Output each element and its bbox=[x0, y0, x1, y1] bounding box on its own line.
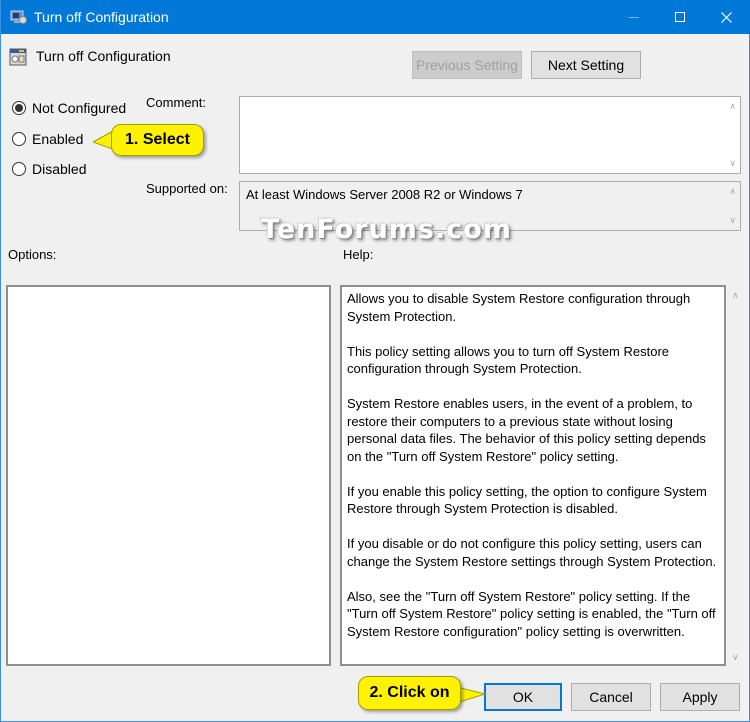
comment-textarea[interactable]: ∧ ∨ bbox=[239, 96, 741, 174]
callout-step1: 1. Select bbox=[111, 124, 204, 156]
help-text: Allows you to disable System Restore con… bbox=[347, 290, 718, 658]
help-panel: Allows you to disable System Restore con… bbox=[340, 285, 726, 666]
help-paragraph: If you disable or do not configure this … bbox=[347, 536, 717, 569]
supported-on-value: At least Windows Server 2008 R2 or Windo… bbox=[246, 187, 523, 202]
radio-disabled[interactable]: Disabled bbox=[12, 161, 86, 177]
minimize-button[interactable] bbox=[611, 0, 657, 34]
help-paragraph: Also, see the "Turn off System Restore" … bbox=[347, 588, 716, 639]
help-scroll-down-icon[interactable]: ∨ bbox=[732, 652, 745, 663]
watermark: TenForums.com bbox=[261, 214, 512, 245]
apply-button[interactable]: Apply bbox=[660, 683, 740, 711]
title-bar[interactable]: Turn off Configuration bbox=[1, 0, 750, 34]
radio-circle[interactable] bbox=[12, 101, 26, 115]
policy-setting-icon bbox=[9, 48, 27, 66]
ok-button[interactable]: OK bbox=[484, 683, 562, 711]
radio-not-configured[interactable]: Not Configured bbox=[12, 100, 126, 116]
ok-label: OK bbox=[512, 689, 534, 705]
supported-on-label: Supported on: bbox=[146, 181, 228, 196]
previous-setting-label: Previous Setting bbox=[416, 57, 518, 73]
options-panel bbox=[6, 285, 331, 666]
callout-step2: 2. Click on bbox=[358, 676, 461, 710]
scroll-up-icon[interactable]: ∧ bbox=[729, 186, 736, 197]
comment-label: Comment: bbox=[146, 95, 206, 110]
callout-step2-text: 2. Click on bbox=[369, 684, 450, 701]
next-setting-label: Next Setting bbox=[547, 57, 625, 73]
radio-label: Enabled bbox=[32, 131, 84, 147]
scroll-down-icon[interactable]: ∨ bbox=[729, 158, 736, 169]
minimize-icon bbox=[629, 16, 639, 18]
help-label: Help: bbox=[343, 247, 374, 262]
policy-name: Turn off Configuration bbox=[36, 48, 171, 64]
callout-step1-text: 1. Select bbox=[125, 131, 190, 148]
cancel-button[interactable]: Cancel bbox=[571, 683, 651, 711]
options-label: Options: bbox=[8, 247, 57, 262]
help-paragraph: Allows you to disable System Restore con… bbox=[347, 291, 691, 324]
help-scroll-up-icon[interactable]: ∧ bbox=[732, 290, 745, 301]
help-paragraph: This policy setting allows you to turn o… bbox=[347, 343, 670, 377]
cancel-label: Cancel bbox=[589, 689, 633, 705]
radio-circle[interactable] bbox=[12, 132, 26, 146]
radio-enabled[interactable]: Enabled bbox=[12, 131, 83, 147]
window-title: Turn off Configuration bbox=[34, 9, 169, 25]
close-icon bbox=[720, 11, 732, 23]
maximize-icon bbox=[675, 12, 685, 22]
radio-circle[interactable] bbox=[12, 162, 26, 176]
scroll-up-icon[interactable]: ∧ bbox=[729, 101, 736, 112]
previous-setting-button[interactable]: Previous Setting bbox=[412, 51, 522, 79]
scroll-down-icon[interactable]: ∨ bbox=[729, 215, 736, 226]
maximize-button[interactable] bbox=[657, 0, 703, 34]
apply-label: Apply bbox=[682, 689, 718, 705]
close-button[interactable] bbox=[703, 0, 749, 34]
radio-selected-dot bbox=[15, 104, 23, 112]
radio-label: Disabled bbox=[32, 161, 87, 177]
group-policy-app-icon bbox=[10, 9, 28, 25]
radio-label: Not Configured bbox=[32, 100, 127, 116]
help-paragraph: If you enable this policy setting, the o… bbox=[347, 483, 707, 517]
help-paragraph: System Restore enables users, in the eve… bbox=[347, 396, 706, 464]
next-setting-button[interactable]: Next Setting bbox=[531, 51, 641, 79]
policy-dialog-window: Turn off Configuration Turn off Configur… bbox=[0, 0, 750, 722]
